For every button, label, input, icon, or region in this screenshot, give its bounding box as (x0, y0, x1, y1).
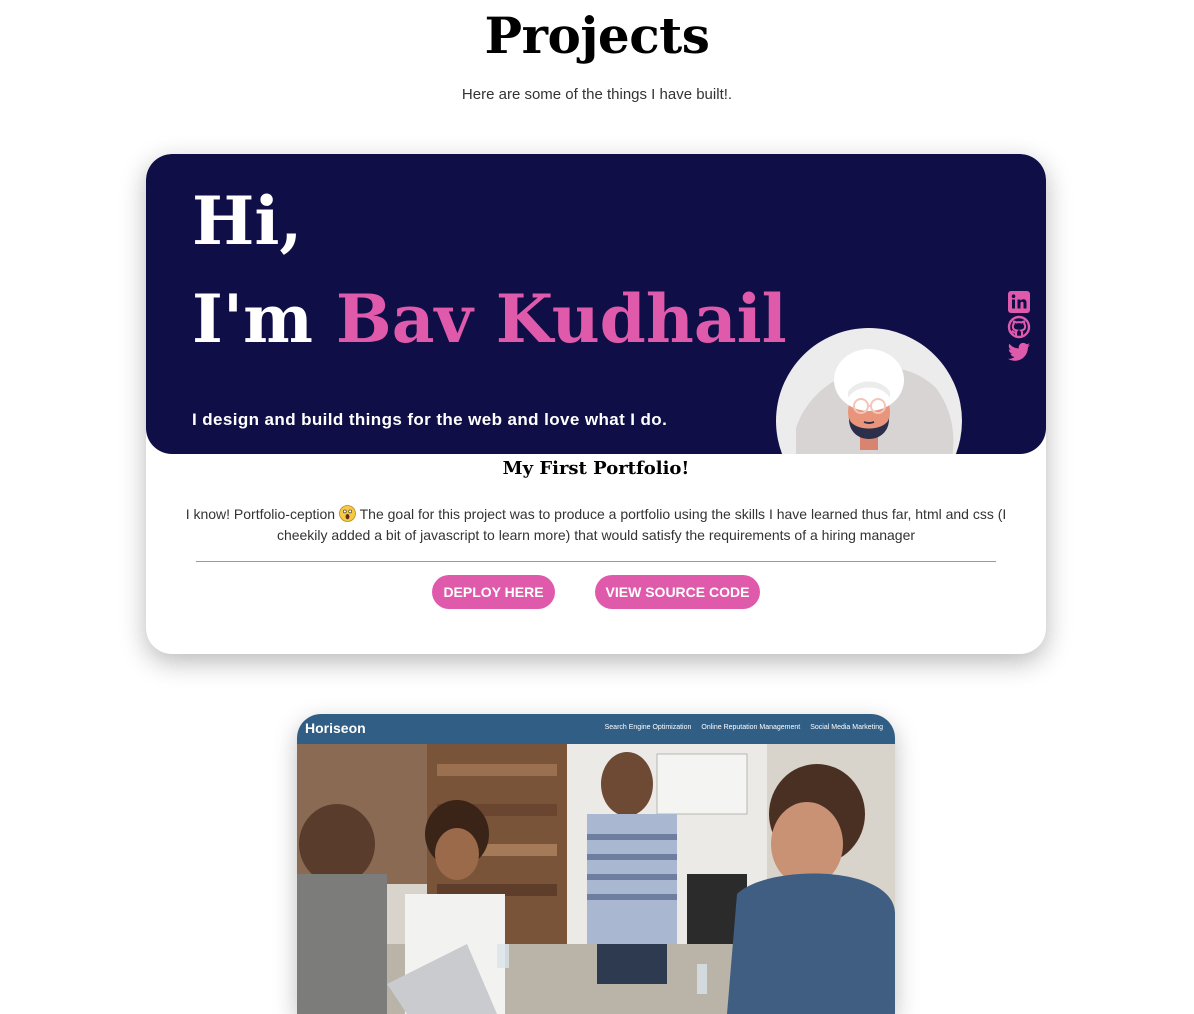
team-meeting-photo (297, 744, 895, 1014)
project-card-portfolio: Hi, I'm Bav Kudhail I design and build t… (146, 154, 1046, 654)
project-title: My First Portfolio! (502, 458, 690, 479)
project-card-horiseon: Horiseon Search Engine Optimization Onli… (297, 714, 895, 1014)
hero-greeting: Hi, (192, 182, 303, 260)
hero-name: Bav Kudhail (335, 280, 787, 358)
hero-intro: I'm (192, 280, 313, 358)
twitter-icon[interactable] (1007, 340, 1031, 364)
divider (196, 561, 996, 562)
hero-heading: I'm Bav Kudhail (192, 274, 787, 364)
page-title: Projects (484, 6, 710, 65)
deploy-button[interactable]: DEPLOY HERE (432, 575, 555, 609)
astonished-face-icon (339, 505, 356, 526)
view-source-button[interactable]: VIEW SOURCE CODE (595, 575, 760, 609)
horiseon-logo: Horiseon (305, 720, 366, 736)
horiseon-nav-item: Search Engine Optimization (604, 724, 692, 731)
horiseon-nav-item: Social Media Marketing (810, 724, 883, 731)
page-subtitle: Here are some of the things I have built… (461, 86, 733, 103)
horiseon-header: Horiseon Search Engine Optimization Onli… (297, 714, 895, 744)
hero-tagline: I design and build things for the web an… (192, 410, 668, 429)
project-description: I know! Portfolio-ception The goal for t… (185, 505, 1007, 543)
horiseon-nav-item: Online Reputation Management (701, 724, 801, 731)
linkedin-icon[interactable] (1007, 290, 1031, 314)
social-links (1007, 290, 1031, 365)
github-icon[interactable] (1007, 315, 1031, 339)
avatar (776, 328, 962, 454)
horiseon-nav: Search Engine Optimization Online Reputa… (605, 724, 883, 731)
project-preview-image: Hi, I'm Bav Kudhail I design and build t… (146, 154, 1046, 454)
